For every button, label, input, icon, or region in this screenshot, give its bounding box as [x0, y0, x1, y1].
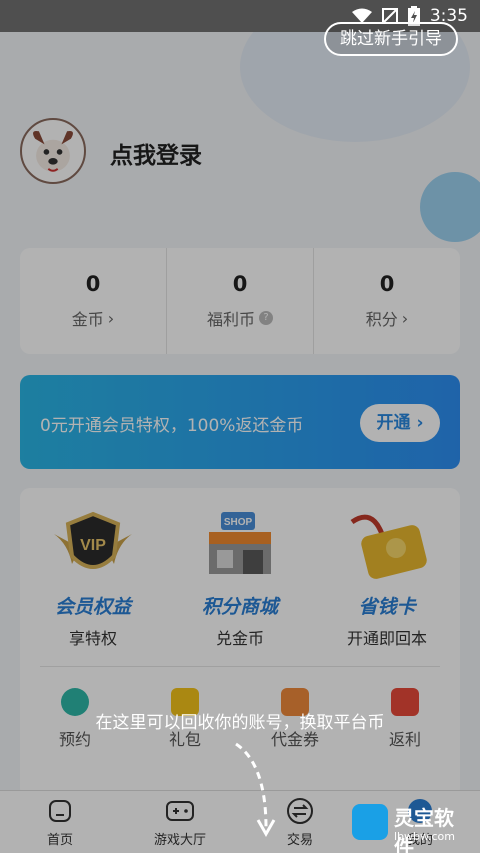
feature-title: 会员权益: [54, 596, 131, 618]
stat-value: 0: [379, 272, 395, 296]
feature-sub: 兑金币: [215, 629, 264, 648]
watermark-logo-icon: [352, 804, 388, 840]
savings-card-icon: [342, 504, 432, 586]
tab-label: 首页: [46, 833, 73, 848]
vip-banner[interactable]: 0元开通会员特权，100%返还金币 开通 ›: [20, 375, 460, 469]
avatar[interactable]: [20, 118, 86, 184]
home-icon: [49, 800, 71, 822]
watermark: 灵宝软件 lbwbw.com: [352, 800, 472, 853]
vip-badge-icon: VIP: [48, 504, 138, 586]
shop-icon: SHOP: [195, 504, 285, 586]
banner-text: 0元开通会员特权，100%返还金币: [40, 416, 304, 436]
stat-welfare[interactable]: 0 福利币?: [166, 248, 313, 354]
stat-gold[interactable]: 0 金币 ›: [20, 248, 166, 354]
question-icon[interactable]: ?: [259, 311, 273, 325]
feature-sub: 开通即回本: [346, 629, 427, 648]
stat-value: 0: [232, 272, 248, 296]
tab-game-hall[interactable]: 游戏大厅: [132, 797, 228, 848]
feature-title: 省钱卡: [358, 596, 416, 618]
svg-text:VIP: VIP: [80, 537, 106, 554]
stat-points[interactable]: 0 积分 ›: [313, 248, 460, 354]
activate-button[interactable]: 开通 ›: [360, 404, 440, 442]
tab-label: 游戏大厅: [153, 833, 206, 848]
chevron-right-icon: ›: [401, 308, 409, 328]
stat-label: 金币: [71, 310, 104, 329]
feature-title: 积分商城: [201, 596, 278, 618]
guide-hint: 在这里可以回收你的账号，换取平台币: [95, 713, 385, 733]
watermark-name: 灵宝软件: [394, 806, 454, 853]
svg-text:SHOP: SHOP: [224, 517, 253, 528]
chevron-right-icon: ›: [107, 308, 115, 328]
guide-arrow-icon: [235, 742, 276, 838]
feature-sub: 享特权: [68, 629, 117, 648]
dog-avatar-icon: [33, 130, 73, 172]
feature-shop[interactable]: SHOP 积分商城 兑金币: [167, 504, 313, 649]
exchange-icon: [287, 798, 313, 824]
stat-value: 0: [85, 272, 101, 296]
login-prompt[interactable]: 点我登录: [110, 136, 202, 170]
decor-cloud-small: [420, 172, 480, 242]
gamepad-icon: [166, 801, 194, 821]
divider: [40, 666, 440, 667]
watermark-site: lbwbw.com: [394, 830, 455, 843]
skip-guide-button[interactable]: 跳过新手引导: [324, 22, 458, 56]
stat-label: 福利币: [206, 310, 255, 329]
wallet-stats: 0 金币 › 0 福利币? 0 积分 ›: [20, 248, 460, 354]
tab-home[interactable]: 首页: [12, 797, 108, 848]
feature-savings[interactable]: 省钱卡 开通即回本: [314, 504, 460, 649]
stat-label: 积分: [365, 310, 398, 329]
feature-vip[interactable]: VIP 会员权益 享特权: [20, 504, 166, 649]
